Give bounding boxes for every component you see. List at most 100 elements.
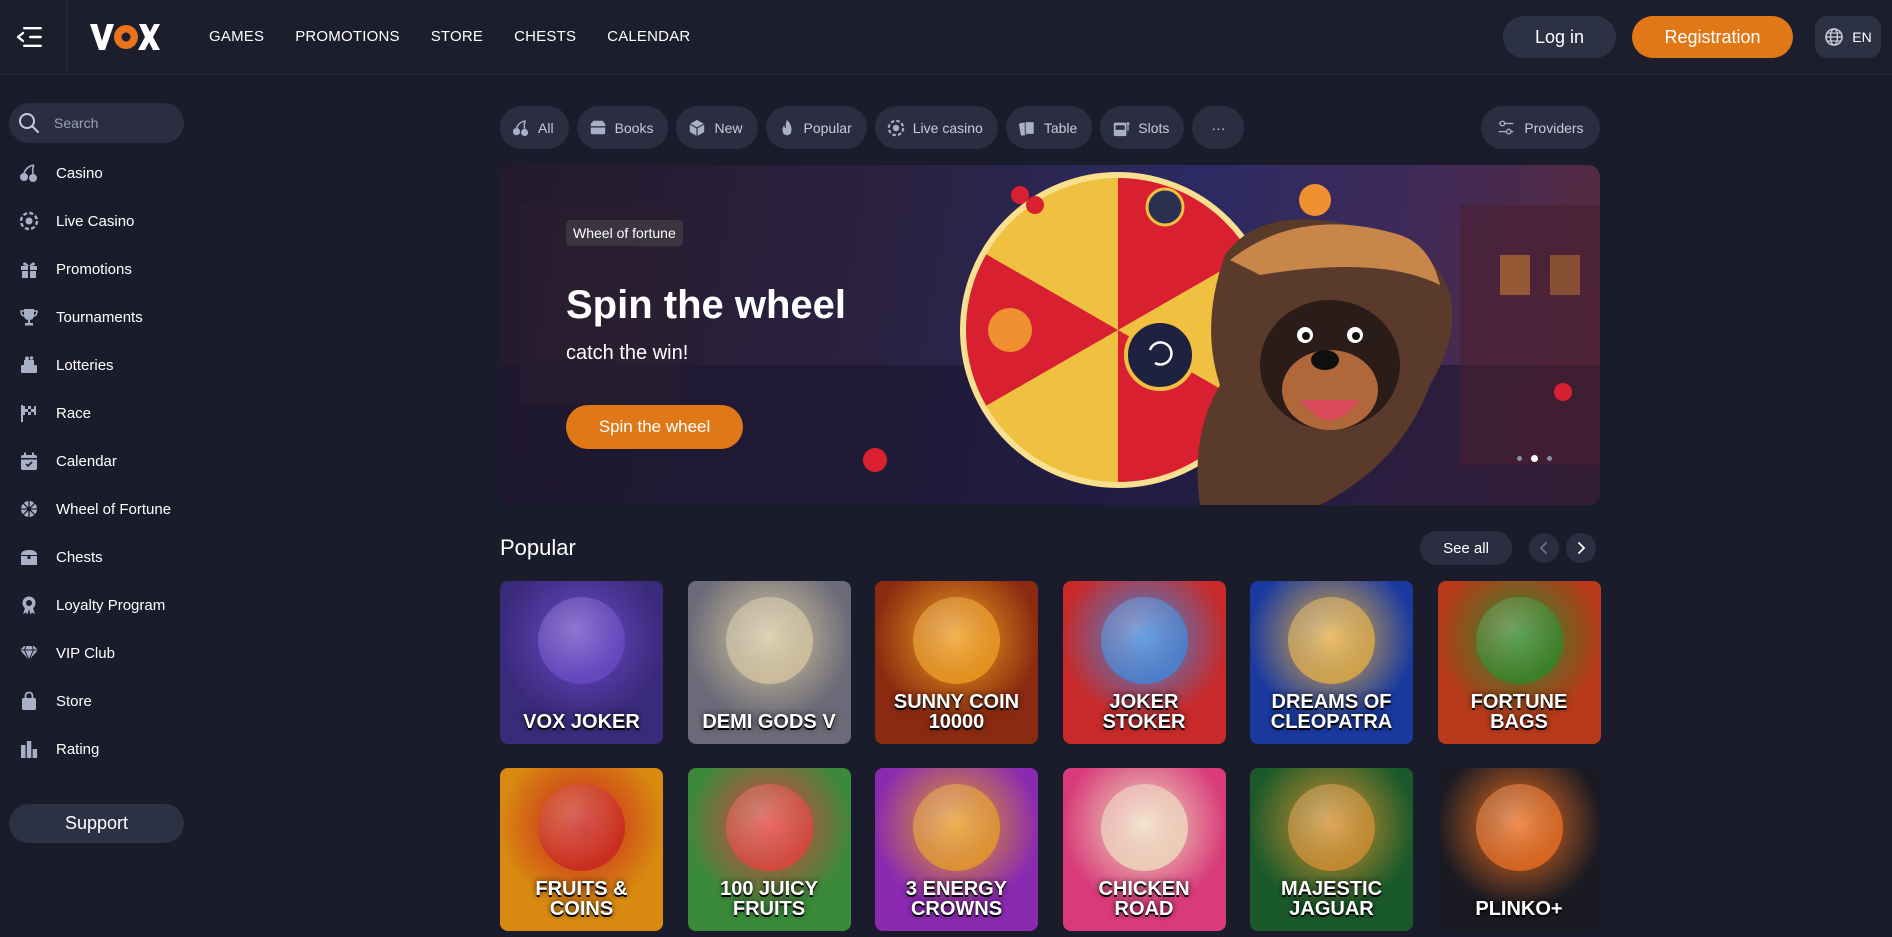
nav-promotions[interactable]: PROMOTIONS <box>295 28 400 45</box>
chest-icon <box>21 550 37 565</box>
providers-button[interactable]: Providers <box>1481 106 1600 149</box>
game-tile-sunny-coin[interactable]: Sunny Coin 10000 <box>875 581 1038 744</box>
cherries-icon <box>512 119 529 136</box>
spin-the-wheel-button[interactable]: Spin the wheel <box>566 405 743 449</box>
book-icon <box>590 120 605 134</box>
nav-chests[interactable]: CHESTS <box>514 28 576 45</box>
see-all-button[interactable]: See all <box>1420 531 1512 565</box>
sidebar-item-label: Lotteries <box>56 356 114 374</box>
wheel-icon <box>21 501 37 517</box>
filter-chip-live-casino[interactable]: Live casino <box>874 106 998 149</box>
nav-games[interactable]: GAMES <box>209 28 264 45</box>
sidebar-item-label: Race <box>56 404 92 422</box>
game-tile-fortune-bags[interactable]: Fortune Bags <box>1437 581 1601 744</box>
game-tile-plinko-plus[interactable]: Plinko+ <box>1437 768 1601 931</box>
sidebar-item-calendar[interactable]: Calendar <box>0 437 190 485</box>
promo-banner[interactable]: Wheel of fortune Spin the wheel catch th… <box>500 165 1600 505</box>
sidebar-item-wheel-of-fortune[interactable]: Wheel of Fortune <box>0 485 190 533</box>
sidebar-item-label: Store <box>56 692 92 710</box>
game-art <box>1100 784 1188 871</box>
filter-chip-popular[interactable]: Popular <box>765 106 867 149</box>
game-art <box>1475 784 1563 871</box>
sidebar-item-label: Live Casino <box>56 212 135 230</box>
game-tile-joker-stoker[interactable]: Joker Stoker <box>1062 581 1226 744</box>
sidebar-item-label: Casino <box>56 164 103 182</box>
game-title: 100 Juicy Fruits <box>720 878 818 920</box>
previous-arrow-button[interactable] <box>1529 533 1559 563</box>
sidebar-item-chests[interactable]: Chests <box>0 533 190 581</box>
category-filter-bar: All Books New Popular Live casino Table … <box>500 106 1245 149</box>
game-art <box>538 784 625 871</box>
filter-chip-books[interactable]: Books <box>576 106 669 149</box>
cube-icon <box>689 119 705 136</box>
vox-logo[interactable] <box>88 19 160 55</box>
chevron-left-icon <box>1539 542 1547 554</box>
game-tile-3-energy-crowns[interactable]: 3 Energy Crowns <box>875 768 1038 931</box>
carousel-dot[interactable] <box>1547 456 1552 461</box>
game-tile-100-juicy-fruits[interactable]: 100 Juicy Fruits <box>687 768 851 931</box>
game-tile-demi-gods-v[interactable]: Demi Gods V <box>687 581 851 744</box>
chip-label: Slots <box>1138 119 1170 136</box>
globe-icon <box>1825 28 1844 46</box>
game-art <box>1288 597 1375 684</box>
sidebar-item-live-casino[interactable]: Live Casino <box>0 197 190 245</box>
filter-chip-new[interactable]: New <box>676 106 758 149</box>
cards-icon <box>1018 120 1035 136</box>
slot-machine-icon <box>1114 121 1130 136</box>
sidebar-item-tournaments[interactable]: Tournaments <box>0 293 190 341</box>
chip-label: Table <box>1043 119 1078 136</box>
bag-icon <box>22 691 36 710</box>
popular-games-grid: Vox Joker Demi Gods V Sunny Coin 10000 J… <box>500 581 1601 931</box>
language-selector[interactable]: EN <box>1815 16 1881 58</box>
game-tile-majestic-jaguar[interactable]: Majestic Jaguar <box>1250 768 1413 931</box>
sidebar-item-store[interactable]: Store <box>0 677 190 725</box>
banner-illustration <box>500 172 1600 505</box>
game-tile-fruits-and-coins[interactable]: Fruits & Coins <box>500 768 663 931</box>
sidebar-item-race[interactable]: Race <box>0 389 190 437</box>
sidebar-item-label: Promotions <box>56 260 132 278</box>
filter-chip-all[interactable]: All <box>500 106 569 149</box>
nav-calendar[interactable]: CALENDAR <box>607 28 690 45</box>
support-button[interactable]: Support <box>9 804 184 843</box>
game-art <box>913 597 1000 684</box>
chip-label: Popular <box>803 119 852 136</box>
banner-title: Spin the wheel <box>566 283 847 327</box>
game-title: Majestic Jaguar <box>1280 878 1383 920</box>
more-filters-button[interactable]: ··· <box>1192 106 1245 149</box>
next-arrow-button[interactable] <box>1566 533 1596 563</box>
game-title: Demi Gods V <box>702 711 836 733</box>
carousel-dot-active[interactable] <box>1531 455 1538 462</box>
nav-store[interactable]: STORE <box>431 28 483 45</box>
search-input[interactable]: Search <box>9 103 184 143</box>
section-title-popular: Popular <box>500 535 576 560</box>
game-art <box>1100 597 1188 684</box>
chip-icon <box>887 119 905 136</box>
sidebar-item-loyalty-program[interactable]: Loyalty Program <box>0 581 190 629</box>
carousel-dot[interactable] <box>1517 456 1522 461</box>
top-header: GAMES PROMOTIONS STORE CHESTS CALENDAR L… <box>0 0 1892 75</box>
registration-button[interactable]: Registration <box>1632 16 1793 58</box>
chip-label: New <box>714 119 743 136</box>
sidebar-toggle-icon[interactable] <box>14 24 44 50</box>
sidebar-item-casino[interactable]: Casino <box>0 149 190 197</box>
sidebar-item-promotions[interactable]: Promotions <box>0 245 190 293</box>
filter-chip-table[interactable]: Table <box>1005 106 1093 149</box>
game-art <box>725 784 813 871</box>
login-button[interactable]: Log in <box>1503 16 1616 58</box>
sidebar-menu: Casino Live Casino Promotions Tournament… <box>0 149 190 773</box>
game-tile-dreams-of-cleopatra[interactable]: Dreams of Cleopatra <box>1250 581 1413 744</box>
sliders-icon <box>1499 120 1514 135</box>
sidebar-item-rating[interactable]: Rating <box>0 725 190 773</box>
sidebar-item-lotteries[interactable]: Lotteries <box>0 341 190 389</box>
game-title: Plinko+ <box>1475 898 1563 920</box>
game-tile-chicken-road[interactable]: Chicken Road <box>1062 768 1226 931</box>
game-art <box>913 784 1000 871</box>
fire-icon <box>782 119 791 135</box>
sidebar-item-label: Calendar <box>56 452 117 470</box>
banner-subtitle: catch the win! <box>566 342 689 364</box>
game-art <box>1288 784 1375 871</box>
flag-icon <box>21 405 36 422</box>
filter-chip-slots[interactable]: Slots <box>1100 106 1185 149</box>
game-tile-vox-joker[interactable]: Vox Joker <box>500 581 663 744</box>
sidebar-item-vip-club[interactable]: VIP Club <box>0 629 190 677</box>
